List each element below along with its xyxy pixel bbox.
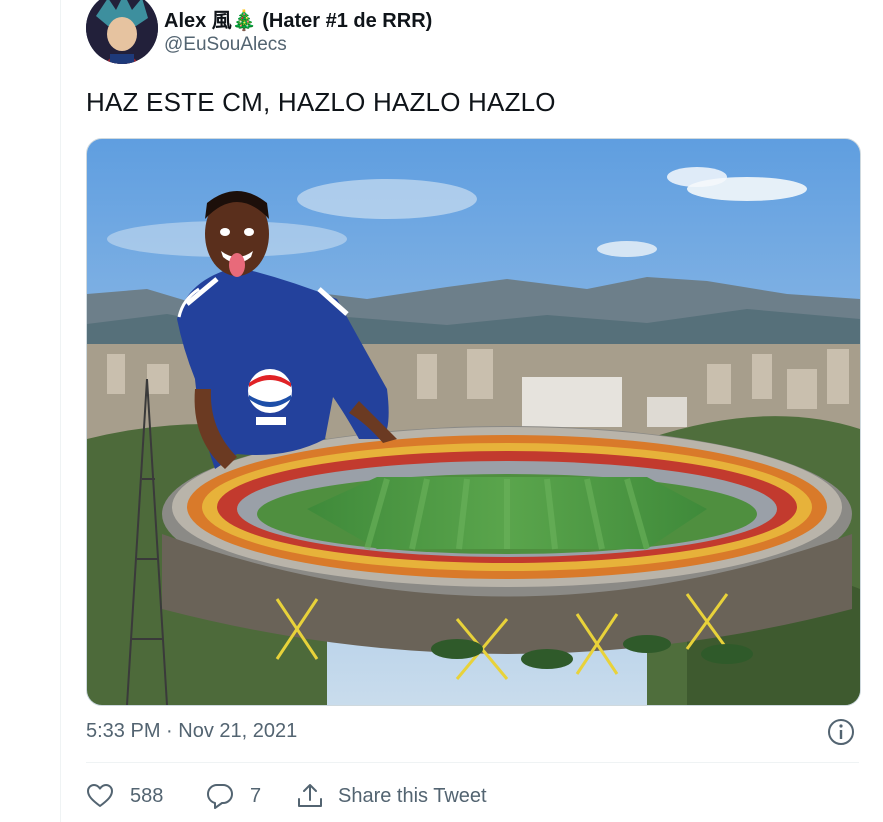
tweet: Alex 風🎄 (Hater #1 de RRR) @EuSouAlecs HA… [61,0,883,822]
share-tweet-button[interactable]: Share this Tweet [296,782,487,810]
like-count: 588 [130,784,164,807]
tweet-timestamp[interactable]: 5:33 PM · Nov 21, 2021 [86,720,297,743]
tweet-photo[interactable] [86,138,861,706]
speech-bubble-icon [207,784,233,809]
share-label: Share this Tweet [338,784,487,807]
like-button[interactable]: 588 [86,782,206,810]
actions-divider [86,762,859,763]
share-upload-icon [298,784,322,807]
avatar-image [86,0,158,64]
avatar[interactable] [86,0,158,64]
info-icon[interactable] [827,718,855,746]
reply-count: 7 [250,784,262,807]
heart-icon [87,784,113,807]
reply-button[interactable]: 7 [206,782,296,810]
author-handle[interactable]: @EuSouAlecs [164,34,287,56]
tweet-actions: 588 7 Share this Tweet [86,778,487,814]
stadium-photo-image [87,139,860,705]
author-display-name[interactable]: Alex 風🎄 (Hater #1 de RRR) [164,4,432,33]
tweet-text: HAZ ESTE CM, HAZLO HAZLO HAZLO [86,87,556,117]
